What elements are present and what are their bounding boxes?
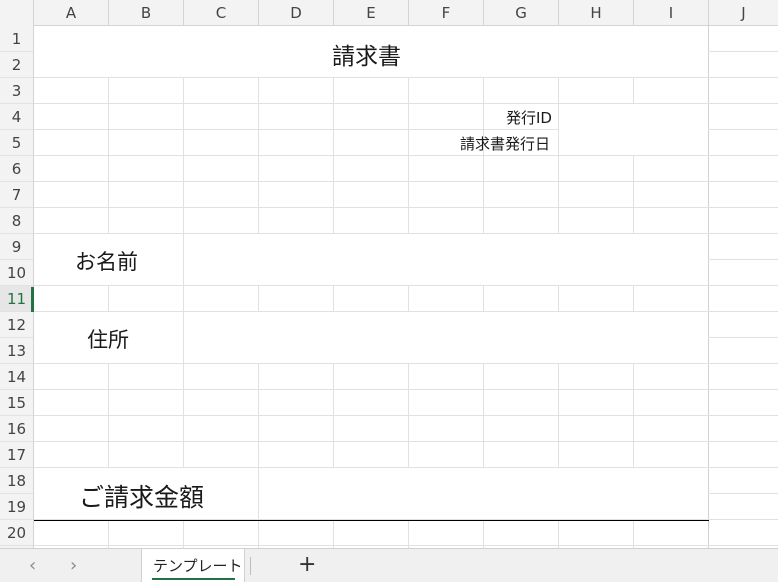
- row-header-5[interactable]: 5: [0, 130, 33, 156]
- column-header-f[interactable]: F: [409, 0, 484, 26]
- row-header-16[interactable]: 16: [0, 416, 33, 442]
- select-all-corner[interactable]: [0, 0, 34, 26]
- row-header-3[interactable]: 3: [0, 78, 33, 104]
- column-header-c[interactable]: C: [184, 0, 259, 26]
- row-header-1[interactable]: 1: [0, 26, 33, 52]
- row-header-10[interactable]: 10: [0, 260, 33, 286]
- row-header-8[interactable]: 8: [0, 208, 33, 234]
- row-header-11[interactable]: 11: [0, 286, 33, 312]
- issue-info-value-area[interactable]: [559, 104, 708, 155]
- name-label: お名前: [75, 250, 138, 274]
- row-header-bar: 1 2 3 4 5 6 7 8 9 10 11 12 13 14 15 16 1…: [0, 26, 34, 548]
- row-header-20[interactable]: 20: [0, 520, 33, 546]
- column-header-d[interactable]: D: [259, 0, 334, 26]
- row-header-13[interactable]: 13: [0, 338, 33, 364]
- sheet-tab-template[interactable]: テンプレート: [141, 549, 245, 582]
- row-header-6[interactable]: 6: [0, 156, 33, 182]
- issue-date-label: 請求書発行日: [460, 135, 551, 153]
- tab-separator: [250, 557, 251, 575]
- sheet-tab-label: テンプレート: [153, 557, 243, 575]
- column-header-g[interactable]: G: [484, 0, 559, 26]
- column-header-j[interactable]: J: [709, 0, 778, 26]
- row-header-4[interactable]: 4: [0, 104, 33, 130]
- sheet-tab-bar: ‹ › テンプレート: [0, 548, 778, 582]
- name-value-merged-cell[interactable]: [184, 234, 708, 285]
- worksheet-grid[interactable]: 請求書 発行ID 請求書発行日 お名前 住所 ご請求金額: [34, 26, 778, 548]
- address-label: 住所: [87, 328, 129, 352]
- amount-value-merged-cell[interactable]: [259, 468, 708, 519]
- column-header-bar: A B C D E F G H I J: [0, 0, 778, 26]
- column-header-b[interactable]: B: [109, 0, 184, 26]
- row-header-12[interactable]: 12: [0, 312, 33, 338]
- row-header-15[interactable]: 15: [0, 390, 33, 416]
- active-sheet-underline: [152, 578, 235, 580]
- row-header-7[interactable]: 7: [0, 182, 33, 208]
- row-header-2[interactable]: 2: [0, 52, 33, 78]
- row-header-17[interactable]: 17: [0, 442, 33, 468]
- invoice-title: 請求書: [332, 44, 401, 70]
- amount-underline: [34, 520, 709, 521]
- row-header-18[interactable]: 18: [0, 468, 33, 494]
- issue-id-label: 発行ID: [506, 109, 552, 127]
- previous-sheet-icon[interactable]: ‹: [29, 555, 36, 576]
- column-header-h[interactable]: H: [559, 0, 634, 26]
- column-header-a[interactable]: A: [34, 0, 109, 26]
- amount-label: ご請求金額: [79, 483, 205, 512]
- column-header-e[interactable]: E: [334, 0, 409, 26]
- address-value-merged-cell[interactable]: [184, 312, 708, 363]
- next-sheet-icon[interactable]: ›: [70, 555, 77, 576]
- row-header-19[interactable]: 19: [0, 494, 33, 520]
- column-header-i[interactable]: I: [634, 0, 709, 26]
- add-sheet-icon[interactable]: +: [298, 552, 316, 577]
- row-header-14[interactable]: 14: [0, 364, 33, 390]
- row-header-9[interactable]: 9: [0, 234, 33, 260]
